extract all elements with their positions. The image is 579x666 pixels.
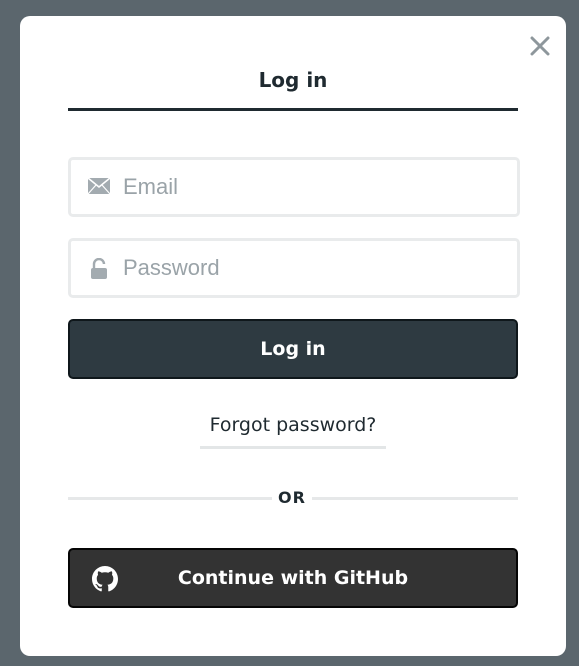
login-button[interactable]: Log in <box>68 319 518 379</box>
close-icon[interactable] <box>530 36 550 56</box>
or-divider: OR <box>68 486 518 510</box>
tab-login-label: Log in <box>258 68 328 92</box>
password-input[interactable] <box>123 241 503 295</box>
envelope-icon <box>87 177 111 197</box>
email-field[interactable] <box>68 157 520 217</box>
divider-text: OR <box>278 488 306 507</box>
login-dialog: Log in Log in Forgot password? OR <box>20 16 566 656</box>
github-button-label: Continue with GitHub <box>177 567 409 589</box>
divider-line-right <box>312 497 518 500</box>
email-input[interactable] <box>123 160 503 214</box>
divider-line-left <box>68 497 272 500</box>
password-field[interactable] <box>68 238 520 298</box>
lock-icon <box>87 257 111 279</box>
tab-login[interactable]: Log in <box>68 64 518 111</box>
forgot-password-link[interactable]: Forgot password? <box>200 414 386 449</box>
forgot-password-label: Forgot password? <box>209 414 377 436</box>
github-login-button[interactable]: Continue with GitHub <box>68 548 518 608</box>
github-icon <box>92 566 118 592</box>
login-button-label: Log in <box>260 338 326 360</box>
